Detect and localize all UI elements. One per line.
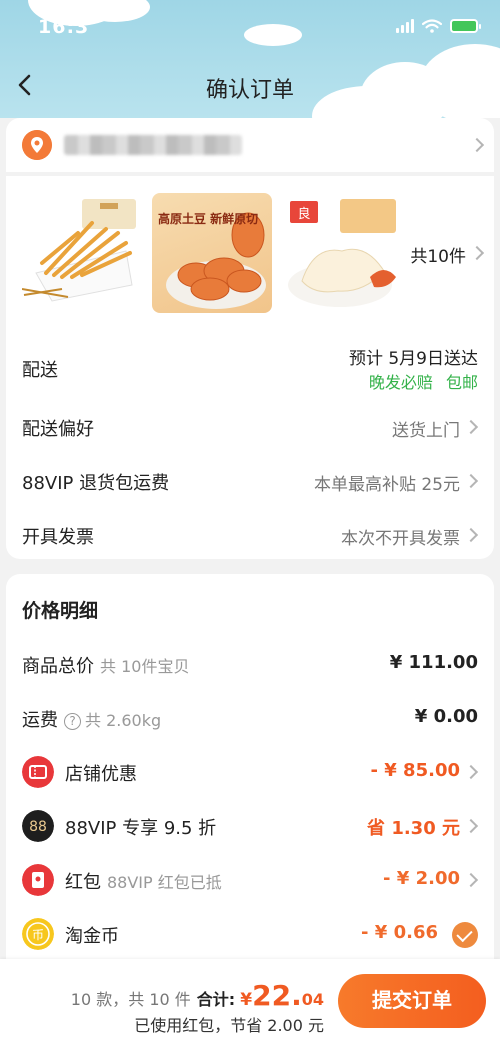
shipping-fee-amount: ¥ 0.00 bbox=[414, 706, 478, 727]
header: 16:3 确认订单 bbox=[0, 0, 500, 118]
delivery-estimate: 预计 5月9日送达 bbox=[348, 349, 478, 369]
late-compensation-tag: 晚发必赔 bbox=[368, 373, 433, 392]
price-detail-title: 价格明细 bbox=[22, 600, 99, 622]
red-packet-amount: - ¥ 2.00 bbox=[383, 868, 460, 889]
goods-total-label: 商品总价 bbox=[22, 656, 94, 677]
address-row[interactable] bbox=[6, 118, 494, 172]
red-packet-sub: 88VIP 红包已抵 bbox=[107, 873, 222, 892]
red-packet-row[interactable]: 红包 88VIP 红包已抵 - ¥ 2.00 bbox=[6, 860, 494, 900]
shipping-fee-label: 运费 bbox=[22, 710, 58, 731]
delivery-preference-value: 送货上门 bbox=[392, 421, 460, 441]
chevron-right-icon bbox=[463, 764, 479, 780]
total-summary: 10 款，共 10 件合计: ¥22.04 bbox=[71, 979, 324, 1012]
goods-total-row: 商品总价共 10件宝贝 ¥ 111.00 bbox=[6, 644, 494, 684]
taojinbi-row[interactable]: 币 淘金币 - ¥ 0.66 bbox=[6, 914, 494, 954]
chevron-right-icon bbox=[463, 419, 479, 435]
vip-88-icon: 88 bbox=[22, 810, 54, 842]
chips-package-text: 高原土豆 新鲜原切 bbox=[158, 212, 259, 226]
invoice-label: 开具发票 bbox=[22, 527, 94, 548]
total-integer: 22. bbox=[252, 979, 302, 1012]
checkout-bar: 10 款，共 10 件合计: ¥22.04 已使用红包，节省 2.00 元 提交… bbox=[0, 959, 500, 1041]
chevron-right-icon bbox=[463, 818, 479, 834]
shop-discount-row[interactable]: 店铺优惠 - ¥ 85.00 bbox=[6, 752, 494, 792]
location-pin-icon bbox=[22, 130, 52, 160]
chevron-right-icon bbox=[463, 473, 479, 489]
address-redacted bbox=[64, 135, 242, 155]
shop-discount-label: 店铺优惠 bbox=[65, 764, 137, 785]
svg-text:良: 良 bbox=[297, 206, 310, 222]
wifi-icon bbox=[422, 19, 442, 33]
saving-text: 已使用红包，节省 2.00 元 bbox=[134, 1016, 324, 1035]
invoice-value: 本次不开具发票 bbox=[341, 529, 460, 549]
fries-image bbox=[22, 199, 136, 302]
free-shipping-tag: 包邮 bbox=[445, 373, 478, 392]
delivery-tags: 晚发必赔 包邮 bbox=[369, 369, 478, 393]
vip-return-shipping-value: 本单最高补贴 25元 bbox=[313, 475, 460, 495]
chevron-right-icon bbox=[463, 872, 479, 888]
svg-text:币: 币 bbox=[32, 928, 44, 942]
battery-icon bbox=[450, 19, 481, 33]
total-label: 合计: bbox=[196, 990, 236, 1009]
product-thumbnail-chips[interactable]: 高原土豆 新鲜原切 bbox=[152, 193, 272, 313]
coupon-icon bbox=[22, 756, 54, 788]
order-card: 高原土豆 新鲜原切 良 共10件 配送 预计 5月9日送达 晚发必赔 包邮 配送… bbox=[6, 176, 494, 559]
cloud-decoration bbox=[244, 24, 302, 46]
vip-return-shipping-label: 88VIP 退货包运费 bbox=[22, 473, 170, 494]
svg-text:88: 88 bbox=[29, 819, 47, 835]
signal-icon bbox=[396, 19, 414, 33]
total-decimal: 04 bbox=[301, 990, 324, 1009]
page-title: 确认订单 bbox=[205, 78, 294, 103]
vip-discount-row[interactable]: 88 88VIP 专享 9.5 折 省 1.30 元 bbox=[6, 806, 494, 846]
product-thumbnail-fries[interactable] bbox=[22, 193, 142, 313]
status-icons bbox=[396, 19, 481, 33]
shipping-fee-row: 运费? 共 2.60kg ¥ 0.00 bbox=[6, 698, 494, 738]
vip-discount-label: 88VIP 专享 9.5 折 bbox=[65, 818, 217, 839]
item-count-label[interactable]: 共10件 bbox=[410, 242, 466, 267]
shipping-weight: 共 2.60kg bbox=[85, 711, 162, 730]
taojinbi-label: 淘金币 bbox=[65, 926, 119, 947]
vip-discount-amount: 省 1.30 元 bbox=[367, 818, 460, 839]
item-count-summary: 10 款，共 10 件 bbox=[70, 990, 191, 1009]
delivery-preference-row[interactable]: 配送偏好 送货上门 bbox=[6, 407, 494, 447]
delivery-preference-label: 配送偏好 bbox=[22, 419, 94, 440]
red-packet-icon bbox=[22, 864, 54, 896]
delivery-label: 配送 bbox=[22, 360, 58, 381]
chevron-right-icon bbox=[469, 137, 485, 153]
red-packet-label: 红包 bbox=[65, 872, 101, 893]
taojinbi-amount: - ¥ 0.66 bbox=[361, 922, 438, 943]
chevron-right-icon bbox=[469, 245, 485, 261]
vip-return-shipping-row[interactable]: 88VIP 退货包运费 本单最高补贴 25元 bbox=[6, 461, 494, 501]
help-icon[interactable]: ? bbox=[64, 713, 81, 730]
goods-total-sub: 共 10件宝贝 bbox=[100, 657, 190, 676]
invoice-row[interactable]: 开具发票 本次不开具发票 bbox=[6, 515, 494, 555]
shop-discount-amount: - ¥ 85.00 bbox=[370, 760, 460, 781]
submit-order-button[interactable]: 提交订单 bbox=[338, 974, 486, 1028]
price-detail-card: 价格明细 商品总价共 10件宝贝 ¥ 111.00 运费? 共 2.60kg ¥ … bbox=[6, 574, 494, 974]
total-currency: ¥ bbox=[240, 990, 253, 1010]
chevron-right-icon bbox=[463, 527, 479, 543]
gold-coin-icon: 币 bbox=[22, 918, 54, 950]
goods-total-amount: ¥ 111.00 bbox=[389, 652, 478, 673]
taojinbi-checkbox[interactable] bbox=[452, 922, 478, 948]
status-time: 16:3 bbox=[38, 16, 90, 38]
product-thumbnail-shrimp-crackers[interactable]: 良 bbox=[284, 193, 404, 313]
shrimp-crackers-image: 良 bbox=[288, 199, 396, 307]
